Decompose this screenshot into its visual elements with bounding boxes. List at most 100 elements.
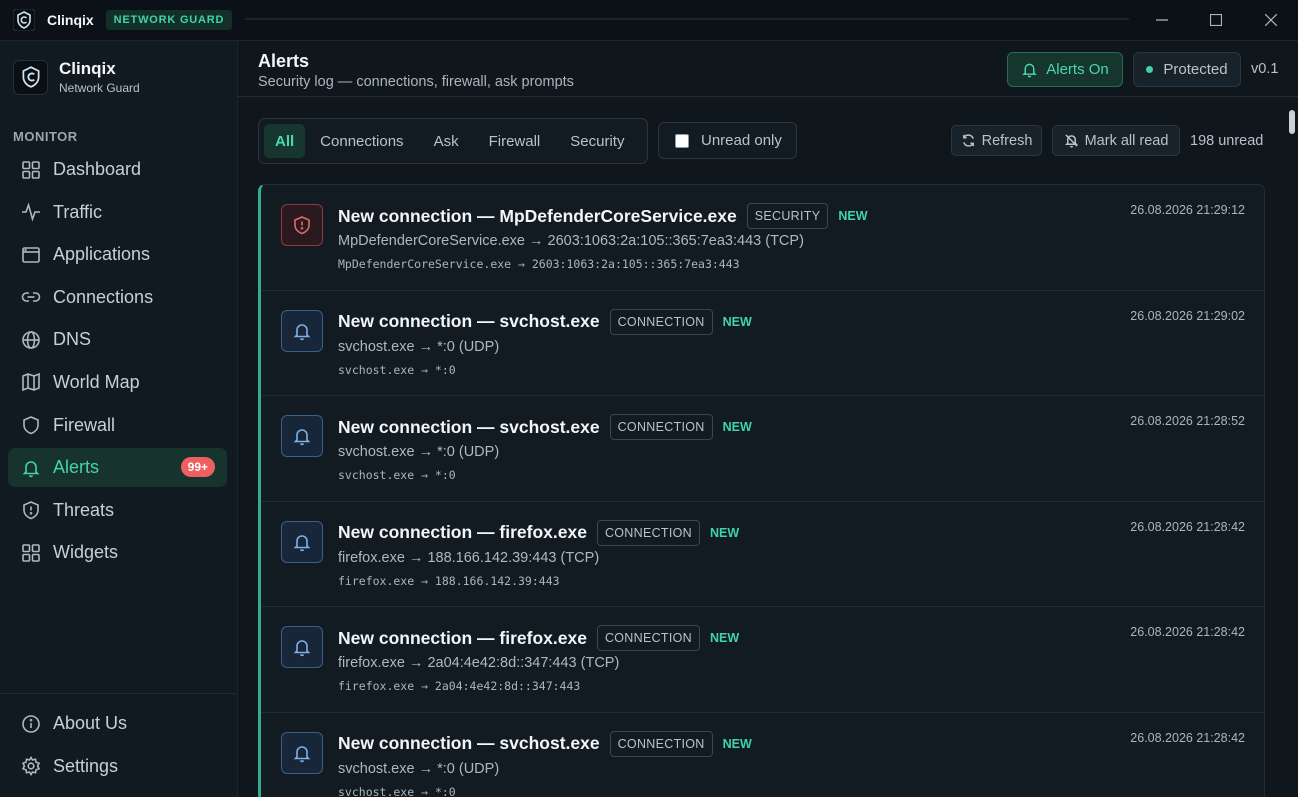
alert-title: New connection — svchost.exe [338, 311, 600, 331]
sidebar-item-connections[interactable]: Connections [8, 278, 227, 317]
globe-icon [22, 331, 40, 349]
sidebar-item-widgets[interactable]: Widgets [8, 533, 227, 572]
mark-all-read-label: Mark all read [1084, 132, 1169, 149]
mark-all-read-button[interactable]: Mark all read [1052, 125, 1180, 156]
alert-timestamp: 26.08.2026 21:28:42 [1130, 625, 1245, 639]
refresh-label: Refresh [981, 132, 1033, 149]
sidebar-item-label: Widgets [53, 542, 119, 563]
alert-type-icon [281, 415, 323, 457]
activity-icon [22, 202, 40, 222]
sidebar-item-about[interactable]: About Us [8, 704, 229, 743]
sidebar-item-label: Connections [53, 286, 154, 307]
alert-detail: svchost.exe → *:0 (UDP) [338, 760, 500, 777]
alert-title-row: New connection — svchost.exe CONNECTION NE… [338, 730, 752, 757]
alert-new-badge: NEW [722, 736, 752, 751]
alert-timestamp: 26.08.2026 21:28:52 [1130, 414, 1245, 428]
bell-icon [293, 323, 311, 340]
close-button[interactable] [1243, 0, 1298, 40]
alert-new-badge: NEW [709, 631, 740, 645]
alert-endpoint: firefox.exe → 2a04:4e42:8d::347:443 [338, 679, 581, 693]
scrollbar-thumb[interactable] [1289, 110, 1295, 134]
sidebar-item-dns[interactable]: DNS [8, 320, 227, 359]
alert-type-icon [281, 204, 323, 246]
page-subtitle: Security log — connections, firewall, as… [258, 74, 574, 90]
alert-category-tag: CONNECTION [609, 730, 713, 757]
bell-icon [293, 534, 311, 551]
sidebar-footer: About Us Settings [0, 693, 237, 789]
alert-type-icon [281, 520, 323, 563]
sidebar-item-alerts[interactable]: Alerts 99+ [8, 448, 227, 488]
sidebar-item-applications[interactable]: Applications [8, 235, 227, 274]
alert-row[interactable]: New connection — svchost.exe CONNECTION NE… [261, 396, 1264, 502]
refresh-button[interactable]: Refresh [951, 125, 1042, 156]
sidebar-item-settings[interactable]: Settings [8, 747, 229, 786]
unread-only-toggle[interactable]: Unread only [658, 122, 797, 159]
alert-title: New connection — svchost.exe [338, 416, 600, 437]
alerts-on-button[interactable]: Alerts On [1007, 52, 1123, 87]
alert-detail: svchost.exe → *:0 (UDP) [338, 338, 500, 355]
sidebar-item-firewall[interactable]: Firewall [8, 406, 227, 445]
alert-endpoint: firefox.exe → 188.166.142.39:443 [338, 573, 560, 588]
alert-new-badge: NEW [709, 525, 740, 540]
shield-alert-icon [23, 501, 39, 520]
sidebar-item-traffic[interactable]: Traffic [8, 193, 227, 232]
filter-tab-firewall[interactable]: Firewall [474, 124, 556, 158]
alert-list: New connection — MpDefenderCoreService.e… [258, 184, 1265, 797]
app-logo-icon [13, 9, 35, 31]
title-drag-region[interactable] [245, 18, 1129, 20]
alert-detail: firefox.exe → 188.166.142.39:443 (TCP) [338, 549, 600, 566]
bell-off-icon [1064, 134, 1078, 148]
alert-type-icon [281, 309, 323, 352]
alert-row[interactable]: New connection — svchost.exe CONNECTION NE… [261, 713, 1264, 797]
sidebar-item-label: Applications [53, 244, 151, 265]
alert-timestamp: 26.08.2026 21:28:42 [1130, 519, 1245, 534]
alert-category-tag: CONNECTION [596, 625, 700, 651]
alert-title: New connection — firefox.exe [338, 522, 587, 542]
link-icon [21, 292, 41, 303]
alert-title: New connection — svchost.exe [338, 733, 600, 753]
alert-category-tag: CONNECTION [609, 414, 713, 440]
shield-alert-icon [294, 216, 310, 235]
title-app-badge: NETWORK GUARD [105, 10, 233, 30]
maximize-button[interactable] [1188, 0, 1243, 40]
bell-icon [22, 460, 40, 477]
brand-subtitle: Network Guard [59, 81, 140, 95]
alert-row[interactable]: New connection — MpDefenderCoreService.e… [261, 185, 1264, 291]
alert-timestamp: 26.08.2026 21:29:12 [1130, 203, 1245, 217]
gear-icon [21, 756, 41, 777]
sidebar-item-label: Settings [53, 755, 119, 776]
sidebar-item-world-map[interactable]: World Map [8, 363, 227, 402]
filter-tab-all[interactable]: All [264, 124, 306, 158]
sidebar-item-dashboard[interactable]: Dashboard [8, 150, 227, 189]
shield-icon [23, 416, 39, 435]
unread-only-checkbox[interactable] [675, 133, 689, 148]
alert-row[interactable]: New connection — firefox.exe CONNECTION NE… [261, 607, 1264, 713]
alert-detail: MpDefenderCoreService.exe → 2603:1063:2a… [338, 233, 804, 249]
bell-icon [293, 429, 311, 446]
sidebar-item-threats[interactable]: Threats [8, 491, 227, 530]
alert-detail: svchost.exe → *:0 (UDP) [338, 444, 500, 460]
grid-icon [22, 544, 40, 562]
alert-type-icon [281, 731, 323, 774]
brand-logo-icon [13, 59, 48, 95]
protection-status: Protected [1133, 52, 1241, 87]
alert-row[interactable]: New connection — svchost.exe CONNECTION NE… [261, 291, 1264, 396]
filter-tab-ask[interactable]: Ask [419, 124, 474, 158]
alert-timestamp: 26.08.2026 21:28:42 [1130, 730, 1245, 745]
filter-tab-connections[interactable]: Connections [305, 124, 418, 158]
alert-row[interactable]: New connection — firefox.exe CONNECTION NE… [261, 502, 1264, 607]
alert-category-tag: SECURITY [746, 203, 829, 229]
filter-tabs: All Connections Ask Firewall Security [258, 118, 648, 164]
page-title: Alerts [258, 51, 310, 71]
alert-title: New connection — MpDefenderCoreService.e… [338, 205, 737, 226]
alert-new-badge: NEW [838, 209, 868, 223]
alert-endpoint: svchost.exe → *:0 [338, 362, 456, 377]
sidebar-item-label: Firewall [53, 414, 116, 435]
minimize-button[interactable] [1134, 0, 1189, 40]
alert-timestamp: 26.08.2026 21:29:02 [1130, 308, 1245, 323]
status-dot-icon [1146, 66, 1154, 73]
unread-only-label: Unread only [701, 132, 782, 149]
dashboard-icon [22, 160, 40, 179]
filter-tab-security[interactable]: Security [555, 124, 639, 158]
alert-type-icon [281, 626, 323, 668]
